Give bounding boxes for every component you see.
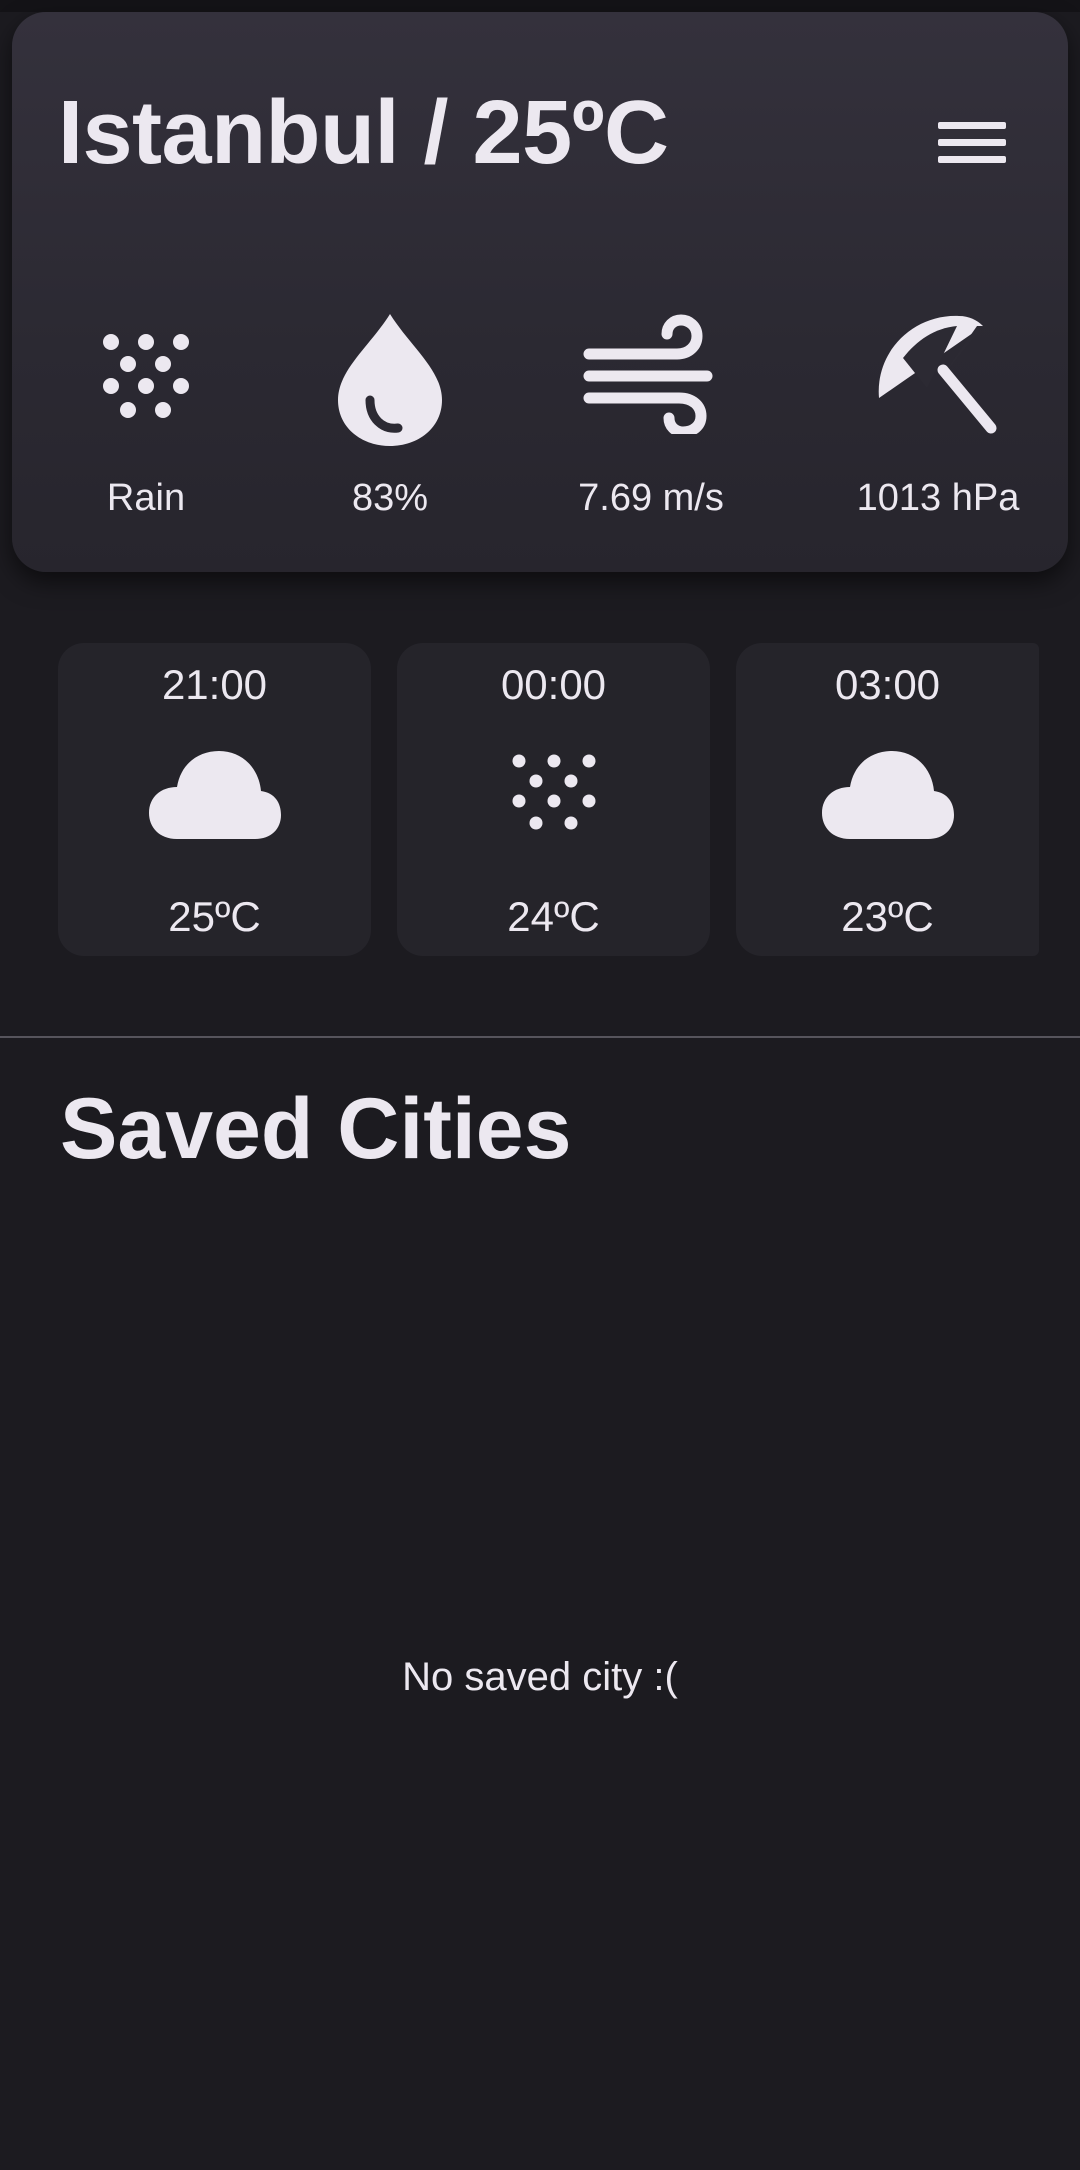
humidity-label: 83%	[351, 477, 429, 519]
hourly-forecast-card[interactable]: 03:00 23ºC	[736, 643, 1039, 956]
hourly-temperature: 23ºC	[841, 893, 934, 940]
empty-state-message: No saved city :(	[402, 1655, 678, 1699]
hourly-time: 03:00	[834, 661, 941, 708]
humidity-stat: 83%	[270, 314, 510, 532]
wind-icon	[583, 314, 713, 434]
condition-label: Rain	[106, 477, 186, 519]
rain-icon	[103, 334, 189, 418]
beach-umbrella-icon	[878, 315, 997, 434]
condition-stat: Rain	[26, 322, 266, 532]
saved-cities-title: Saved Cities	[60, 1081, 572, 1177]
cloud-icon	[148, 751, 281, 839]
pressure-label: 1013 hPa	[856, 477, 1020, 519]
cloud-icon	[821, 751, 954, 839]
menu-button[interactable]	[922, 112, 1012, 182]
wind-label: 7.69 m/s	[578, 477, 724, 519]
rain-icon	[512, 754, 595, 830]
hourly-forecast-card[interactable]: 21:00 25ºC	[58, 643, 371, 956]
city-title: Istanbul / 25ºC	[58, 83, 669, 183]
hourly-temperature: 24ºC	[507, 893, 600, 940]
section-divider	[0, 1036, 1080, 1038]
water-drop-icon	[338, 314, 442, 446]
pressure-stat: 1013 hPa	[818, 315, 1058, 532]
wind-stat: 7.69 m/s	[531, 314, 771, 532]
hourly-time: 00:00	[500, 661, 607, 708]
current-weather-card: Istanbul / 25ºC Rain 83% 7.69 m/s 1013 h…	[12, 12, 1068, 572]
hourly-forecast-card[interactable]: 00:00 24ºC	[397, 643, 710, 956]
status-bar	[0, 0, 1080, 12]
hourly-temperature: 25ºC	[168, 893, 261, 940]
hourly-time: 21:00	[161, 661, 268, 708]
